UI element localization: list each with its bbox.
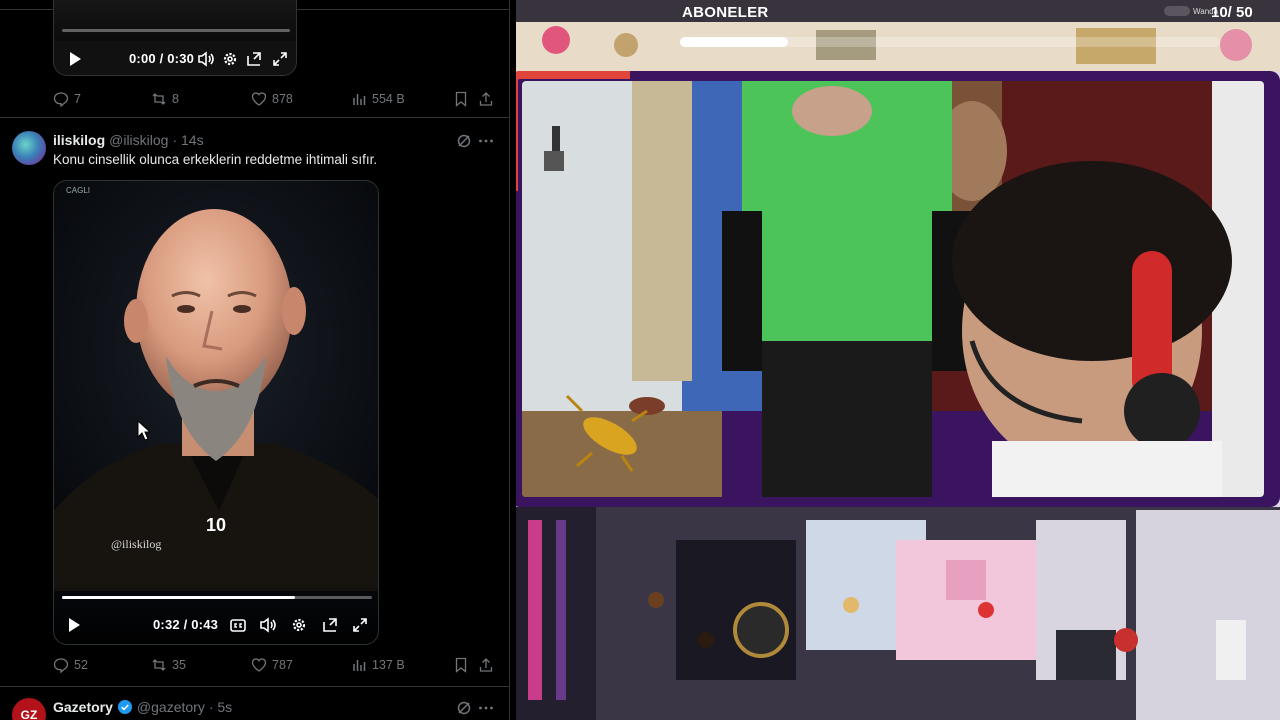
- subscriber-goal-title: ABONELER: [682, 4, 769, 21]
- subscriber-goal-progress: [680, 37, 1220, 47]
- previous-video-progress[interactable]: [62, 29, 290, 32]
- pip-icon[interactable]: [321, 616, 339, 634]
- settings-icon[interactable]: [221, 50, 239, 68]
- author-handle[interactable]: @iliskilog: [109, 132, 168, 148]
- webcam-video: [522, 81, 1264, 497]
- webcam-frame: [516, 71, 1280, 507]
- like-button[interactable]: 787: [251, 655, 293, 675]
- tweet-time[interactable]: · 14s: [172, 132, 203, 148]
- author-name[interactable]: iliskilog: [53, 132, 105, 148]
- play-icon[interactable]: [65, 616, 83, 634]
- more-options-icon[interactable]: [477, 699, 495, 717]
- avatar-initials: GZ: [20, 708, 38, 720]
- share-button[interactable]: [478, 89, 494, 109]
- avatar[interactable]: [12, 131, 46, 165]
- repost-icon: [151, 657, 167, 673]
- share-icon: [478, 91, 494, 107]
- reply-icon: [53, 657, 69, 673]
- reply-icon: [53, 91, 69, 107]
- tweet-divider: [0, 117, 509, 118]
- video-watermark: @iliskilog: [111, 537, 162, 551]
- reply-button[interactable]: 7: [53, 89, 81, 109]
- webcam-scene: [522, 81, 1264, 497]
- share-icon: [478, 657, 494, 673]
- repost-icon: [151, 91, 167, 107]
- views-count: 554 B: [372, 92, 405, 106]
- stream-overlay: ABONELER Wanda 10/ 50: [516, 0, 1280, 720]
- bookmark-button[interactable]: [453, 89, 469, 109]
- bookmark-button[interactable]: [453, 655, 469, 675]
- tweet-time[interactable]: · 5s: [209, 699, 232, 715]
- tweet-video-time: 0:32 / 0:43: [153, 617, 219, 632]
- repost-count: 8: [172, 92, 179, 106]
- pip-icon[interactable]: [245, 50, 263, 68]
- subscriber-goal-counter: 10/ 50: [1211, 4, 1253, 21]
- like-count: 878: [272, 92, 293, 106]
- play-icon[interactable]: [66, 50, 84, 68]
- x-feed: 0:00 / 0:30 7 8 878 554 B iliskilog @ili…: [0, 0, 510, 720]
- grok-icon[interactable]: [455, 699, 473, 717]
- feed-right-border: [509, 0, 510, 720]
- avatar[interactable]: GZ: [12, 698, 46, 720]
- tweet-actions: 52 35 787 137 B: [53, 655, 493, 675]
- bookmark-icon: [453, 657, 469, 673]
- verified-badge-icon: [117, 699, 133, 715]
- fullscreen-icon[interactable]: [271, 50, 289, 68]
- video-overlay-number: 10: [206, 515, 227, 535]
- volume-icon[interactable]: [197, 50, 215, 68]
- like-count: 787: [272, 658, 293, 672]
- repost-button[interactable]: 35: [151, 655, 186, 675]
- grok-icon[interactable]: [455, 132, 473, 150]
- bookmark-icon: [453, 91, 469, 107]
- views-button[interactable]: 554 B: [351, 89, 405, 109]
- tweet-video[interactable]: CAGLI 10 @iliskilog 0:32 / 0:43: [53, 180, 379, 645]
- reply-count: 52: [74, 658, 88, 672]
- previous-tweet-actions: 7 8 878 554 B: [53, 89, 493, 109]
- webcam-frame-accent: [516, 71, 630, 191]
- previous-tweet-video[interactable]: 0:00 / 0:30: [53, 0, 297, 76]
- tweet-header: Gazetory @gazetory · 5s: [53, 698, 232, 716]
- wanda-toggle: [1164, 6, 1190, 16]
- reply-button[interactable]: 52: [53, 655, 88, 675]
- captions-icon[interactable]: [229, 616, 247, 634]
- previous-video-time: 0:00 / 0:30: [129, 51, 195, 66]
- tweet-header: iliskilog @iliskilog · 14s: [53, 131, 204, 149]
- views-icon: [351, 91, 367, 107]
- more-options-icon[interactable]: [477, 132, 495, 150]
- like-button[interactable]: 878: [251, 89, 293, 109]
- reply-count: 7: [74, 92, 81, 106]
- repost-button[interactable]: 8: [151, 89, 179, 109]
- tweet-video-progress[interactable]: [62, 596, 372, 599]
- tweet-text: Konu cinsellik olunca erkeklerin reddetm…: [53, 152, 378, 167]
- views-icon: [351, 657, 367, 673]
- views-button[interactable]: 137 B: [351, 655, 405, 675]
- volume-icon[interactable]: [259, 616, 277, 634]
- heart-icon: [251, 657, 267, 673]
- repost-count: 35: [172, 658, 186, 672]
- svg-text:CAGLI: CAGLI: [66, 186, 90, 195]
- settings-icon[interactable]: [290, 616, 308, 634]
- author-name[interactable]: Gazetory: [53, 699, 113, 715]
- author-handle[interactable]: @gazetory: [137, 699, 205, 715]
- views-count: 137 B: [372, 658, 405, 672]
- heart-icon: [251, 91, 267, 107]
- tweet-divider: [0, 686, 509, 687]
- fullscreen-icon[interactable]: [351, 616, 369, 634]
- share-button[interactable]: [478, 655, 494, 675]
